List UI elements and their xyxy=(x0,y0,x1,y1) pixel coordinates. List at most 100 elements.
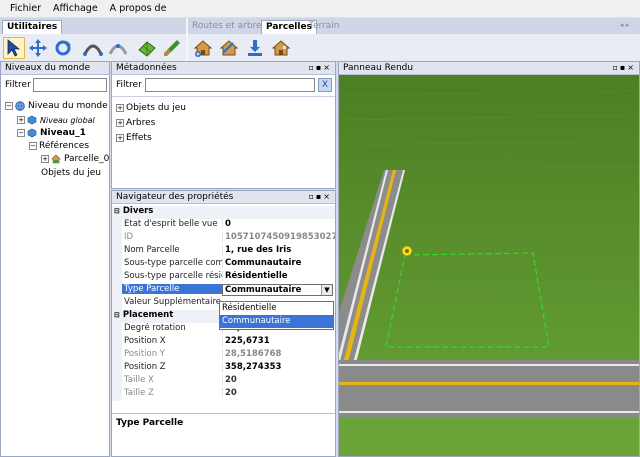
property-key: ID xyxy=(124,232,134,242)
road-curve-alt-button[interactable] xyxy=(107,37,129,59)
road-edge-line xyxy=(339,364,639,366)
collapse-icon[interactable]: ⊟ xyxy=(114,311,120,319)
metadata-item-objets-du-jeu[interactable]: + Objets du jeu xyxy=(116,102,186,114)
collapse-icon[interactable]: − xyxy=(5,102,13,110)
description-title: Type Parcelle xyxy=(116,418,184,428)
tab-utilitaires[interactable]: Utilitaires xyxy=(2,20,63,34)
tree-label: Références xyxy=(39,141,90,151)
tree-item-niveau-global[interactable]: + Niveau global xyxy=(17,114,95,126)
move-tool-button[interactable] xyxy=(27,37,49,59)
property-value[interactable]: 358,274353 xyxy=(222,362,335,372)
property-row[interactable]: ID 10571074509198530272 xyxy=(112,232,335,245)
tree-item-references[interactable]: − Références xyxy=(29,140,89,152)
world-filter-input[interactable] xyxy=(33,78,107,92)
property-row-selected[interactable]: Type Parcelle Communautaire ▼ xyxy=(112,284,335,297)
render-panel: Panneau Rendu ▫▪× xyxy=(338,61,640,457)
cube-icon xyxy=(27,115,37,125)
menu-bar: Fichier Affichage A propos de xyxy=(0,0,640,18)
render-title: Panneau Rendu xyxy=(343,63,414,73)
metadata-item-arbres[interactable]: + Arbres xyxy=(116,117,155,129)
metadata-header: Métadonnées ▫▪× xyxy=(112,62,335,75)
menu-a-propos[interactable]: A propos de xyxy=(104,3,173,14)
render-viewport[interactable] xyxy=(339,75,639,457)
property-value[interactable]: Résidentielle xyxy=(222,271,335,281)
paint-brush-button[interactable] xyxy=(161,37,183,59)
dropdown-option-communautaire[interactable]: Communautaire xyxy=(220,315,333,328)
property-value[interactable]: 1, rue des Iris xyxy=(222,245,335,255)
pin-close-icon[interactable]: ▫▪× xyxy=(308,62,332,74)
type-parcelle-select[interactable]: Communautaire ▼ xyxy=(222,284,333,296)
metadata-panel: Métadonnées ▫▪× Filtrer X + Objets du je… xyxy=(111,61,336,189)
metadata-item-effets[interactable]: + Effets xyxy=(116,132,152,144)
select-tool-button[interactable] xyxy=(3,37,25,59)
tree-label: Niveau global xyxy=(40,115,95,125)
move-arrows-icon xyxy=(29,39,47,57)
property-row[interactable]: Taille X 20 xyxy=(112,375,335,388)
property-value[interactable]: 0 xyxy=(222,219,335,229)
house-lot-button[interactable] xyxy=(270,37,292,59)
horizontal-road xyxy=(339,360,639,418)
menu-fichier[interactable]: Fichier xyxy=(4,3,47,14)
grass-terrain-lower xyxy=(339,418,639,456)
dropdown-option-residentielle[interactable]: Résidentielle xyxy=(220,302,333,315)
download-lot-button[interactable] xyxy=(244,37,266,59)
terrain-tile-button[interactable] xyxy=(136,37,158,59)
pin-close-icon[interactable]: ▫▪× xyxy=(308,191,332,203)
property-key: Type Parcelle xyxy=(122,284,222,294)
property-value: 20 xyxy=(222,388,335,398)
property-row[interactable]: Taille Z 20 xyxy=(112,388,335,401)
tree-item-objets-du-jeu[interactable]: Objets du jeu xyxy=(41,167,101,179)
property-key: Etat d'esprit belle vue xyxy=(124,219,218,229)
property-row[interactable]: Position Z 358,274353 xyxy=(112,362,335,375)
road-curve-button[interactable] xyxy=(82,37,104,59)
lot-anchor-center xyxy=(405,249,409,253)
expand-icon[interactable]: + xyxy=(17,116,25,124)
expand-icon[interactable]: + xyxy=(116,104,124,112)
property-value[interactable]: Communautaire xyxy=(222,258,335,268)
tree-item-parcelle-0[interactable]: + Parcelle_0 xyxy=(41,153,109,165)
chevron-down-icon[interactable]: ▼ xyxy=(321,285,332,295)
pin-close-icon[interactable]: ▫▪× xyxy=(612,62,636,74)
properties-header: Navigateur des propriétés ▫▪× xyxy=(112,191,335,204)
add-lot-button[interactable] xyxy=(192,37,214,59)
road-edge-line xyxy=(339,411,639,413)
edit-lot-icon xyxy=(219,40,239,56)
terrain-tile-icon xyxy=(138,41,156,57)
globe-icon xyxy=(15,101,25,111)
property-row[interactable]: Sous-type parcelle résid Résidentielle xyxy=(112,271,335,284)
metadata-filter-label: Filtrer xyxy=(116,80,142,90)
render-header: Panneau Rendu ▫▪× xyxy=(339,62,639,75)
tab-terrain[interactable]: Terrain xyxy=(305,20,343,34)
property-row[interactable]: Etat d'esprit belle vue 0 xyxy=(112,219,335,232)
clear-filter-button[interactable]: X xyxy=(318,78,332,92)
tree-label: Objets du jeu xyxy=(41,168,101,178)
property-key: Degré rotation xyxy=(124,323,186,333)
property-value[interactable]: 225,6731 xyxy=(222,336,335,346)
property-row[interactable]: Position X 225,6731 xyxy=(112,336,335,349)
property-key: Position X xyxy=(124,336,166,346)
expand-icon[interactable]: + xyxy=(41,155,49,163)
tab-scroll-arrows[interactable]: ◂ ▸ xyxy=(616,20,633,34)
metadata-title: Métadonnées xyxy=(116,63,177,73)
select-value: Communautaire xyxy=(225,285,302,295)
tree-item-niveau-1[interactable]: − Niveau_1 xyxy=(17,127,86,139)
property-row[interactable]: Sous-type parcelle comm Communautaire xyxy=(112,258,335,271)
description-divider xyxy=(112,413,335,414)
world-levels-title: Niveaux du monde xyxy=(5,63,91,73)
rotate-tool-button[interactable] xyxy=(52,37,74,59)
properties-title: Navigateur des propriétés xyxy=(116,192,234,202)
collapse-icon[interactable]: ⊟ xyxy=(114,207,120,215)
download-lot-icon xyxy=(248,40,262,56)
expand-icon[interactable]: + xyxy=(116,134,124,142)
menu-affichage[interactable]: Affichage xyxy=(47,3,104,14)
collapse-icon[interactable]: − xyxy=(17,129,25,137)
metadata-filter-input[interactable] xyxy=(145,78,315,92)
collapse-icon[interactable]: − xyxy=(29,142,37,150)
expand-icon[interactable]: + xyxy=(116,119,124,127)
property-row[interactable]: Nom Parcelle 1, rue des Iris xyxy=(112,245,335,258)
property-row[interactable]: Position Y 28,5186768 xyxy=(112,349,335,362)
edit-lot-button[interactable] xyxy=(218,37,240,59)
tab-routes-et-arbres[interactable]: Routes et arbres xyxy=(188,20,270,34)
category-divers[interactable]: ⊟ Divers xyxy=(112,206,335,219)
tree-item-niveau-du-monde[interactable]: − Niveau du monde xyxy=(5,100,108,112)
